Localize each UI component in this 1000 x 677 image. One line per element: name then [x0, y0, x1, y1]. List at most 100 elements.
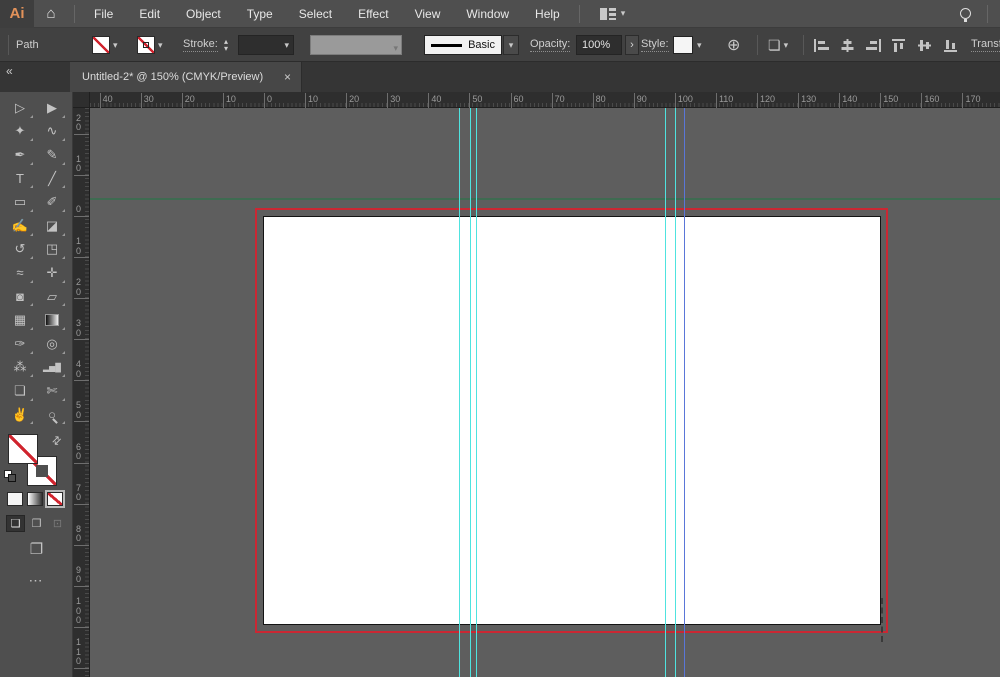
graphic-style-label[interactable]: Style:	[641, 28, 669, 62]
tools-grid: ▷ ▶ ✦ ∿ ✒ ✎ T ╱ ▭ ✐ ✍ ◪ ↺ ◳ ≈ ✛ ◙ ▱ ▦ ▧ ✑ ◎ ⁂ ▂▅█ ❏ ✄ ✌ ○	[6, 96, 66, 426]
hruler-label: 30	[140, 93, 154, 108]
column-graph-tool[interactable]: ▂▅█	[38, 356, 66, 380]
eraser-tool[interactable]: ◪	[38, 214, 66, 238]
document-tab[interactable]: Untitled-2* @ 150% (CMYK/Preview) ×	[70, 62, 302, 92]
stroke-weight-label[interactable]: Stroke:	[183, 28, 218, 62]
paintbrush-tool[interactable]: ✐	[38, 190, 66, 214]
color-button[interactable]	[7, 492, 23, 506]
draw-behind-icon[interactable]: ❒	[27, 515, 46, 532]
vertical-align-bottom-button[interactable]	[943, 38, 960, 53]
menu-object[interactable]: Object	[173, 0, 234, 28]
horizontal-ruler[interactable]: 40 30 20 10 0 10 20 30 40 50 60 70 80 90 100 110 120 130 1…	[90, 92, 1000, 108]
vruler-tick	[74, 462, 89, 464]
gradient-button[interactable]	[27, 492, 43, 506]
stroke-weight-select[interactable]: ▾	[238, 28, 294, 62]
scale-tool[interactable]: ◳	[38, 238, 66, 262]
puppet-warp-tool[interactable]: ✛	[38, 261, 66, 285]
graphic-style-swatch[interactable]	[673, 28, 693, 62]
workspace-switcher[interactable]: ▾	[599, 7, 625, 20]
menu-select[interactable]: Select	[286, 0, 345, 28]
type-tool[interactable]: T	[6, 167, 34, 191]
gradient-tool[interactable]: ▧	[38, 308, 66, 332]
menu-help[interactable]: Help	[522, 0, 573, 28]
vertical-guide-cyan	[665, 108, 666, 677]
width-tool[interactable]: ≈	[6, 261, 34, 285]
brush-definition-dropdown[interactable]: ▾	[503, 28, 519, 62]
stepper-down-icon[interactable]: ▾	[224, 45, 228, 53]
vruler-label: 50	[76, 400, 82, 420]
fill-color-dropdown[interactable]: ▾	[113, 28, 118, 62]
horizontal-align-right-button[interactable]	[865, 38, 882, 53]
curvature-tool[interactable]: ✎	[38, 143, 66, 167]
perspective-grid-tool[interactable]: ▱	[38, 285, 66, 309]
none-button[interactable]	[45, 490, 65, 508]
zoom-tool[interactable]: ○	[38, 403, 66, 427]
vertical-align-top-button[interactable]	[891, 38, 908, 53]
change-screen-mode-icon[interactable]: ❐	[0, 540, 73, 558]
hand-tool[interactable]: ✌	[6, 403, 34, 427]
gradient-tool-icon: ▧	[45, 314, 59, 327]
symbol-sprayer-tool[interactable]: ⁂	[6, 356, 34, 380]
magic-wand-tool[interactable]: ✦	[6, 120, 34, 144]
fill-color-indicator[interactable]	[8, 434, 38, 464]
swap-fill-stroke-icon[interactable]: ⇄	[49, 433, 64, 448]
lasso-tool-icon: ∿	[46, 123, 58, 139]
vruler-tick	[74, 215, 89, 217]
default-fill-stroke-icon[interactable]	[4, 470, 16, 482]
artboard-tool[interactable]: ❏	[6, 379, 34, 403]
vruler-tick	[74, 174, 89, 176]
menu-file[interactable]: File	[81, 0, 126, 28]
menu-effect[interactable]: Effect	[345, 0, 401, 28]
eyedropper-tool[interactable]: ✑	[6, 332, 34, 356]
edit-toolbar-icon[interactable]: ⋯	[0, 572, 73, 589]
opacity-label[interactable]: Opacity:	[530, 28, 571, 62]
opacity-input[interactable]: 100%	[576, 28, 622, 62]
shape-builder-tool[interactable]: ◙	[6, 285, 34, 309]
blend-tool[interactable]: ◎	[38, 332, 66, 356]
vruler-tick	[74, 421, 89, 423]
lasso-tool[interactable]: ∿	[38, 120, 66, 144]
vertical-ruler[interactable]: 20 10 0 10 20 30 40 50 60 70 80 90 100 110	[73, 108, 90, 677]
transform-panel-link[interactable]: Transf	[971, 28, 1000, 62]
vruler-label: 10	[76, 236, 82, 256]
stroke-color-dropdown[interactable]: ▾	[158, 28, 163, 62]
pen-tool[interactable]: ✒	[6, 143, 34, 167]
opacity-panel-arrow[interactable]: ›	[625, 28, 639, 62]
graphic-style-dropdown[interactable]: ▾	[697, 28, 702, 62]
horizontal-align-center-button[interactable]	[839, 38, 856, 53]
canvas[interactable]	[90, 108, 1000, 677]
mesh-tool[interactable]: ▦	[6, 308, 34, 332]
menubar-right	[960, 4, 1000, 23]
close-icon[interactable]: ×	[284, 70, 291, 84]
slice-tool[interactable]: ✄	[38, 379, 66, 403]
rectangle-tool[interactable]: ▭	[6, 190, 34, 214]
menu-items: File Edit Object Type Select Effect View Window…	[81, 0, 573, 28]
line-segment-tool[interactable]: ╱	[38, 167, 66, 191]
app-logo[interactable]: Ai	[0, 0, 34, 28]
scale-tool-icon: ◳	[45, 241, 59, 257]
menu-window[interactable]: Window	[453, 0, 522, 28]
stroke-weight-stepper[interactable]: ▴ ▾	[224, 28, 228, 62]
selection-tool[interactable]: ▷	[6, 96, 34, 120]
document-setup-button[interactable]: ❏ ▾	[768, 28, 788, 62]
vertical-align-center-button[interactable]	[917, 38, 934, 53]
menu-view[interactable]: View	[402, 0, 454, 28]
menu-edit[interactable]: Edit	[126, 0, 173, 28]
rotate-tool[interactable]: ↺	[6, 238, 34, 262]
document-info-globe-icon[interactable]: ⊕	[727, 28, 740, 62]
collapse-panel-icon[interactable]: «	[6, 64, 13, 78]
pen-tool-icon: ✒	[14, 146, 26, 162]
discover-lightbulb-icon[interactable]	[960, 8, 971, 22]
stroke-color-swatch[interactable]	[137, 28, 155, 62]
pencil-tool[interactable]: ✍	[6, 214, 34, 238]
home-icon[interactable]: ⌂	[34, 0, 68, 28]
brush-definition-select[interactable]: Basic	[424, 28, 502, 62]
perspective-grid-tool-icon: ▱	[47, 288, 57, 304]
direct-selection-tool[interactable]: ▶	[38, 96, 66, 120]
vertical-guide-blue	[684, 108, 685, 677]
draw-normal-icon[interactable]: ❑	[6, 515, 25, 532]
ruler-origin-corner[interactable]	[73, 92, 90, 108]
menu-type[interactable]: Type	[234, 0, 286, 28]
horizontal-align-left-button[interactable]	[813, 38, 830, 53]
fill-color-swatch[interactable]	[92, 28, 110, 62]
